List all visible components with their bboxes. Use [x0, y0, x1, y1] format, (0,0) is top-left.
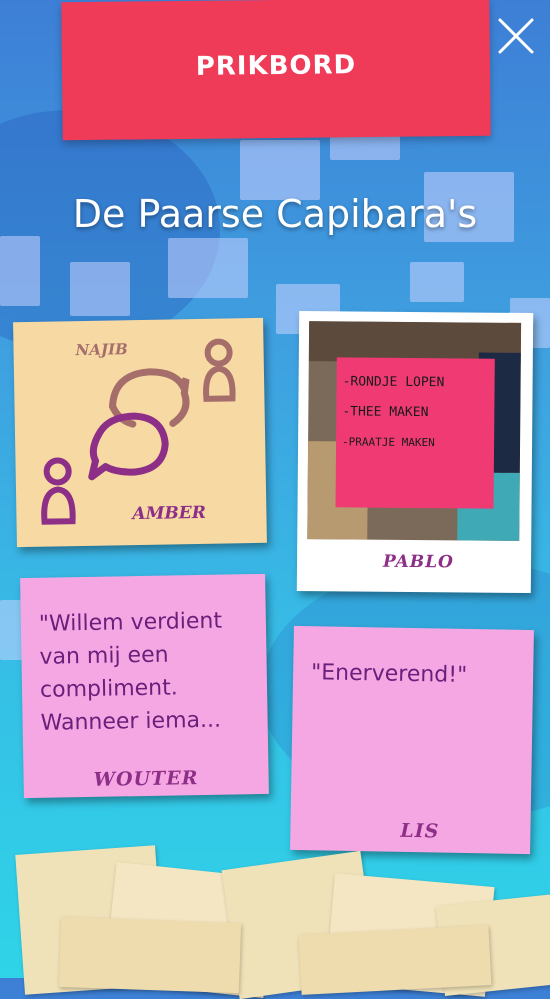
page-title: PRIKBORD	[195, 50, 357, 82]
photo-line-2: -THEE MAKEN	[342, 404, 429, 421]
note-name-najib: NAJIB	[75, 340, 128, 360]
header-banner: PRIKBORD	[61, 0, 491, 141]
photo-line-1: -RONDJE LOPEN	[342, 374, 445, 391]
group-name: De Paarse Capibara's	[72, 192, 478, 236]
note-text: "Willem verdient van mij een compliment.…	[38, 608, 223, 736]
note-text: "Enerverend!"	[310, 660, 468, 688]
photo-author: PABLO	[382, 551, 455, 573]
compliment-note[interactable]: "Enerverend!" LIS	[290, 625, 534, 855]
photo-note[interactable]: -RONDJE LOPEN -THEE MAKEN -PRAATJE MAKEN…	[296, 310, 534, 594]
note-name-amber: AMBER	[132, 502, 207, 525]
note-author: LIS	[400, 819, 440, 843]
icon-note[interactable]: NAJIB AMBER	[13, 317, 267, 548]
compliment-note[interactable]: "Willem verdient van mij een compliment.…	[20, 573, 269, 799]
close-icon[interactable]	[494, 14, 538, 58]
photo: -RONDJE LOPEN -THEE MAKEN -PRAATJE MAKEN	[307, 321, 522, 541]
photo-line-3: -PRAATJE MAKEN	[342, 435, 435, 450]
note-author: WOUTER	[93, 767, 199, 791]
